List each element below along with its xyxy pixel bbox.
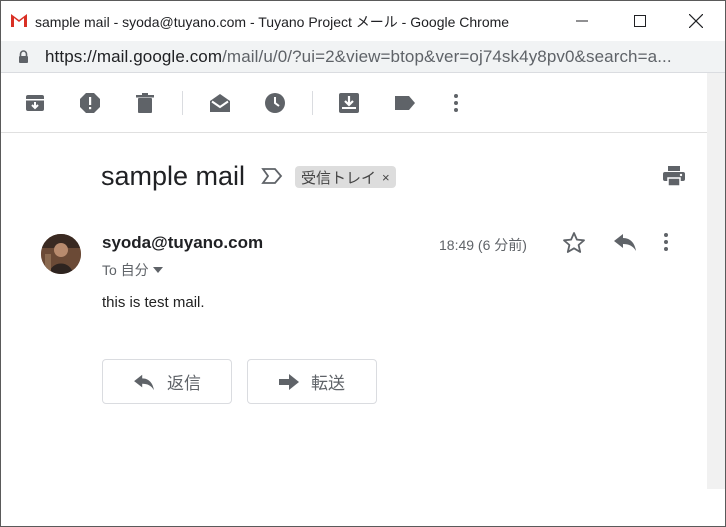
print-icon	[663, 166, 685, 187]
more-vert-icon	[664, 233, 668, 251]
reply-button-label: 返信	[167, 374, 201, 393]
browser-window: sample mail - syoda@tuyano.com - Tuyano …	[0, 0, 726, 527]
message-more-button[interactable]	[663, 232, 669, 257]
remove-label-icon[interactable]: ×	[382, 170, 390, 185]
archive-icon	[26, 95, 44, 111]
delete-button[interactable]	[134, 92, 156, 114]
chevron-down-icon	[152, 267, 163, 273]
report-spam-icon	[80, 93, 100, 113]
move-to-inbox-button[interactable]	[338, 92, 360, 114]
print-button[interactable]	[663, 166, 685, 191]
forward-button[interactable]: 転送	[247, 359, 377, 404]
reply-icon	[134, 374, 154, 390]
move-to-inbox-icon	[339, 93, 359, 113]
snooze-button[interactable]	[264, 92, 286, 114]
sender-address[interactable]: syoda@tuyano.com	[102, 233, 263, 253]
reply-button[interactable]: 返信	[102, 359, 232, 404]
important-marker-icon[interactable]	[261, 167, 283, 185]
close-window-button[interactable]	[667, 1, 725, 41]
minimize-button[interactable]	[553, 1, 611, 41]
sender-avatar[interactable]	[41, 234, 81, 274]
forward-button-label: 転送	[311, 374, 345, 393]
url-text[interactable]: https://mail.google.com/mail/u/0/?ui=2&v…	[45, 47, 672, 67]
message-timestamp: 18:49 (6 分前)	[439, 237, 527, 253]
toolbar-divider	[312, 91, 313, 115]
label-icon	[395, 96, 415, 110]
mark-unread-icon	[210, 94, 230, 112]
avatar-photo	[41, 234, 81, 274]
message-body: this is test mail.	[102, 294, 205, 311]
scrollbar[interactable]	[707, 73, 725, 489]
archive-button[interactable]	[24, 92, 46, 114]
message-toolbar	[1, 73, 707, 133]
inbox-label-chip[interactable]: 受信トレイ ×	[295, 166, 396, 188]
report-spam-button[interactable]	[79, 92, 101, 114]
more-vert-icon	[454, 94, 458, 112]
more-options-button[interactable]	[445, 92, 467, 114]
star-button[interactable]	[562, 231, 586, 259]
label-button[interactable]	[394, 92, 416, 114]
recipient-text: To 自分	[102, 262, 149, 278]
forward-icon	[279, 373, 299, 390]
minimize-icon	[576, 20, 588, 22]
url-host: https://mail.google.com	[45, 47, 223, 66]
toolbar-divider	[182, 91, 183, 115]
gmail-logo-icon	[11, 14, 27, 27]
label-chip-text: 受信トレイ	[301, 169, 377, 187]
maximize-button[interactable]	[611, 1, 669, 41]
email-subject: sample mail	[101, 161, 246, 191]
window-title: sample mail - syoda@tuyano.com - Tuyano …	[35, 14, 510, 30]
maximize-icon	[634, 15, 646, 27]
title-bar: sample mail - syoda@tuyano.com - Tuyano …	[1, 1, 725, 41]
delete-icon	[136, 93, 154, 113]
close-icon	[689, 14, 703, 28]
address-bar[interactable]: https://mail.google.com/mail/u/0/?ui=2&v…	[1, 41, 725, 73]
mark-unread-button[interactable]	[209, 92, 231, 114]
snooze-icon	[265, 93, 285, 113]
reply-header-button[interactable]	[613, 232, 637, 257]
lock-icon	[19, 50, 28, 63]
url-path: /mail/u/0/?ui=2&view=btop&ver=oj74sk4y8p…	[222, 47, 672, 66]
reply-icon	[614, 234, 636, 251]
recipient-details[interactable]: To 自分	[102, 260, 163, 280]
star-icon	[563, 232, 585, 253]
